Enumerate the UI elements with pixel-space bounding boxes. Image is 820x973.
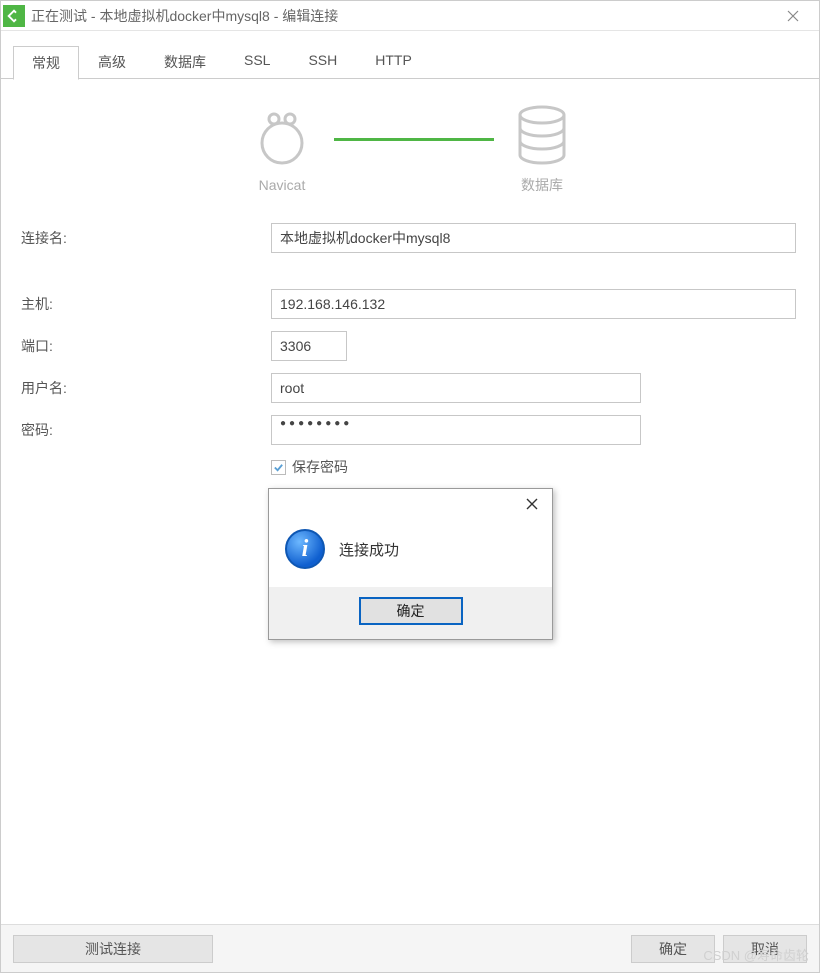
database-label: 数据库 bbox=[521, 175, 563, 195]
ok-button[interactable]: 确定 bbox=[631, 935, 715, 963]
close-icon[interactable] bbox=[773, 1, 813, 31]
footer: 测试连接 确定 取消 bbox=[1, 924, 819, 972]
tab-ssl[interactable]: SSL bbox=[225, 45, 289, 79]
navicat-icon bbox=[250, 105, 314, 169]
connection-line-icon bbox=[334, 138, 494, 141]
port-label: 端口: bbox=[21, 336, 271, 356]
tab-advanced[interactable]: 高级 bbox=[79, 45, 145, 79]
database-icon bbox=[514, 103, 570, 167]
username-input[interactable] bbox=[271, 373, 641, 403]
dialog-titlebar bbox=[269, 489, 552, 519]
connection-name-label: 连接名: bbox=[21, 228, 271, 248]
connection-name-input[interactable] bbox=[271, 223, 796, 253]
user-label: 用户名: bbox=[21, 378, 271, 398]
connection-diagram: Navicat 数据库 bbox=[21, 103, 799, 195]
save-password-checkbox[interactable] bbox=[271, 460, 286, 475]
password-input[interactable]: ●●●●●●●● bbox=[271, 415, 641, 445]
window-title: 正在测试 - 本地虚拟机docker中mysql8 - 编辑连接 bbox=[31, 6, 773, 26]
cancel-button[interactable]: 取消 bbox=[723, 935, 807, 963]
tab-http[interactable]: HTTP bbox=[356, 45, 431, 79]
info-icon: i bbox=[285, 529, 325, 569]
dialog-close-icon[interactable] bbox=[518, 492, 546, 516]
dialog-ok-button[interactable]: 确定 bbox=[359, 597, 463, 625]
dialog-message: 连接成功 bbox=[339, 539, 399, 560]
app-icon bbox=[3, 5, 25, 27]
tab-database[interactable]: 数据库 bbox=[145, 45, 225, 79]
titlebar: 正在测试 - 本地虚拟机docker中mysql8 - 编辑连接 bbox=[1, 1, 819, 31]
tab-general[interactable]: 常规 bbox=[13, 46, 79, 80]
test-connection-button[interactable]: 测试连接 bbox=[13, 935, 213, 963]
tab-ssh[interactable]: SSH bbox=[289, 45, 356, 79]
password-label: 密码: bbox=[21, 420, 271, 440]
tab-bar: 常规 高级 数据库 SSL SSH HTTP bbox=[1, 31, 819, 79]
message-dialog: i 连接成功 确定 bbox=[268, 488, 553, 640]
host-input[interactable] bbox=[271, 289, 796, 319]
port-input[interactable] bbox=[271, 331, 347, 361]
navicat-label: Navicat bbox=[259, 177, 306, 193]
host-label: 主机: bbox=[21, 294, 271, 314]
save-password-label: 保存密码 bbox=[292, 457, 348, 477]
